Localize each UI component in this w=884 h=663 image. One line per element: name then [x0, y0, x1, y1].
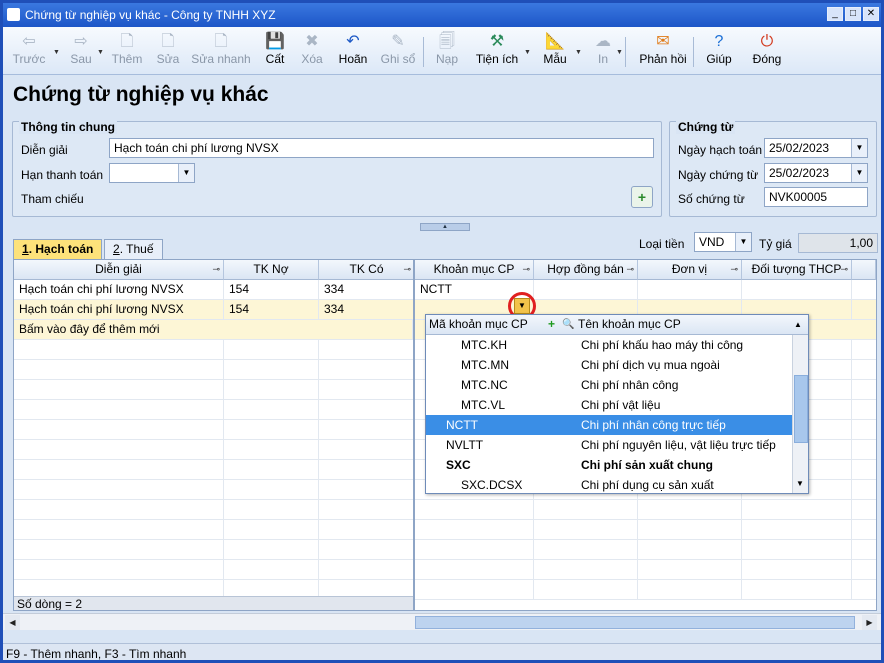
option-name: Chi phí dụng cụ sản xuất [581, 478, 714, 492]
dropdown-option[interactable]: SXC.DCSX Chi phí dụng cụ sản xuất [426, 475, 792, 493]
option-name: Chi phí nhân công [581, 378, 679, 392]
option-code: NCTT [446, 418, 478, 432]
dropdown-option[interactable]: NCTT Chi phí nhân công trực tiếp [426, 415, 792, 435]
dropdown-option[interactable]: MTC.VL Chi phí vật liệu [426, 395, 792, 415]
dropdown-option[interactable]: SXC Chi phí sản xuất chung [426, 455, 792, 475]
option-code: SXC.DCSX [461, 478, 523, 492]
dropdown-scrollbar[interactable]: ▼ [792, 335, 808, 493]
option-code: NVLTT [446, 438, 484, 452]
option-code: MTC.VL [461, 398, 506, 412]
scroll-down-icon[interactable]: ▼ [796, 479, 804, 488]
option-code: MTC.KH [461, 338, 507, 352]
option-name: Chi phí nguyên liệu, vật liệu trực tiếp [581, 438, 776, 452]
dropdown-header: Mã khoản mục CP + 🔍 Tên khoản mục CP ▲ [426, 315, 808, 335]
option-name: Chi phí khấu hao máy thi công [581, 338, 744, 352]
scroll-up-icon[interactable]: ▲ [794, 315, 802, 334]
option-name: Chi phí dịch vụ mua ngoài [581, 358, 720, 372]
dropdown-option[interactable]: MTC.NC Chi phí nhân công [426, 375, 792, 395]
dropdown-scroll-thumb[interactable] [794, 375, 808, 443]
binoculars-icon[interactable]: 🔍 [562, 315, 574, 334]
dropdown-col-name: Tên khoản mục CP [578, 317, 681, 331]
dropdown-col-code: Mã khoản mục CP [429, 317, 528, 331]
khoan-muc-dropdown-list[interactable]: Mã khoản mục CP + 🔍 Tên khoản mục CP ▲ M… [425, 314, 809, 494]
add-item-icon[interactable]: + [548, 315, 555, 334]
dropdown-option[interactable]: NVLTT Chi phí nguyên liệu, vật liệu trực … [426, 435, 792, 455]
option-code: SXC [446, 458, 471, 472]
option-code: MTC.MN [461, 358, 509, 372]
option-name: Chi phí sản xuất chung [581, 458, 714, 472]
dropdown-option[interactable]: MTC.MN Chi phí dịch vụ mua ngoài [426, 355, 792, 375]
option-name: Chi phí vật liệu [581, 398, 661, 412]
dropdown-option[interactable]: MTC.KH Chi phí khấu hao máy thi công [426, 335, 792, 355]
option-code: MTC.NC [461, 378, 508, 392]
option-name: Chi phí nhân công trực tiếp [581, 418, 726, 432]
